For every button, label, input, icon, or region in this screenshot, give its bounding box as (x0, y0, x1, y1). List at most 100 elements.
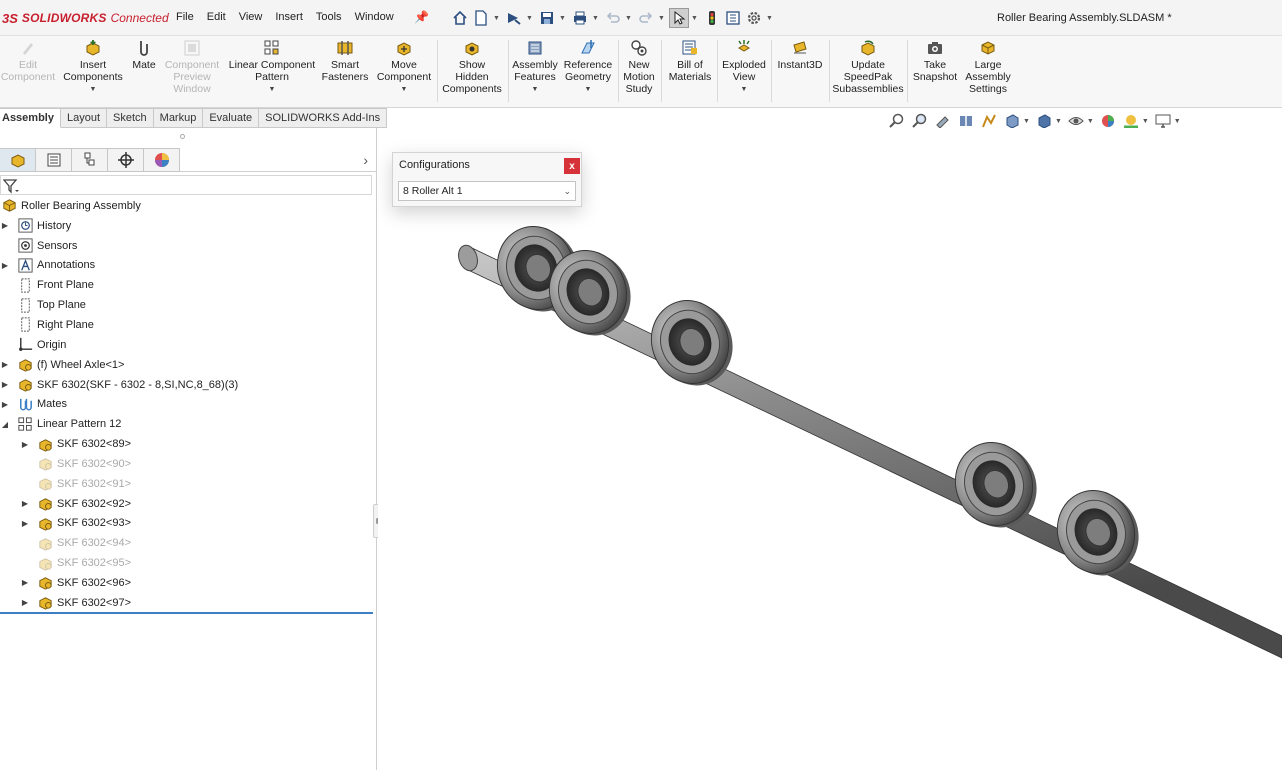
tab-display-manager[interactable] (144, 148, 180, 172)
linear-pattern-dropdown-arrow[interactable]: ▼ (269, 84, 276, 96)
tab-configuration-manager[interactable] (72, 148, 108, 172)
show-hidden-components-button[interactable]: Show Hidden Components (440, 38, 504, 106)
tree-item[interactable]: ▶ SKF 6302<93> (0, 514, 376, 534)
tree-item[interactable]: ▶ Mates (0, 394, 376, 414)
menu-tools[interactable]: Tools (316, 11, 342, 23)
insert-components-button[interactable]: Insert Components ▼ (60, 38, 126, 106)
print-icon[interactable] (570, 8, 590, 28)
apply-scene-dropdown-arrow[interactable]: ▼ (1142, 118, 1149, 125)
new-dropdown-arrow[interactable]: ▼ (492, 15, 501, 22)
tree-item[interactable]: Sensors (0, 236, 376, 256)
tree-item[interactable]: ▶ SKF 6302<97> (0, 593, 376, 613)
insert-components-dropdown-arrow[interactable]: ▼ (90, 84, 97, 96)
view-orientation-dropdown-arrow[interactable]: ▼ (1023, 118, 1030, 125)
display-style-dropdown-arrow[interactable]: ▼ (1055, 118, 1062, 125)
collapse-arrow-icon[interactable]: ◢ (0, 420, 10, 429)
tree-item[interactable]: SKF 6302<90> (0, 454, 376, 474)
configuration-select[interactable]: 8 Roller Alt 1 ⌄ (398, 181, 576, 201)
assembly-features-button[interactable]: Assembly Features ▼ (510, 38, 560, 106)
mate-button[interactable]: Mate (128, 38, 160, 106)
bill-of-materials-button[interactable]: Bill of Materials (664, 38, 716, 106)
undo-icon[interactable] (603, 8, 623, 28)
tab-markup[interactable]: Markup (153, 108, 204, 128)
rollback-bar[interactable] (0, 612, 373, 614)
update-speedpak-button[interactable]: Update SpeedPak Subassemblies (832, 38, 904, 106)
edit-component-button[interactable]: Edit Component (0, 38, 56, 106)
expand-arrow-icon[interactable]: ▶ (20, 519, 30, 528)
home-icon[interactable] (450, 8, 470, 28)
open-icon[interactable] (504, 8, 524, 28)
options-dropdown-arrow[interactable]: ▼ (765, 15, 774, 22)
close-configurations-button[interactable]: x (564, 158, 580, 174)
tree-item[interactable]: ▶ SKF 6302<92> (0, 494, 376, 514)
save-dropdown-arrow[interactable]: ▼ (558, 15, 567, 22)
options-icon[interactable] (744, 8, 764, 28)
solidworks-logo[interactable]: 3S SOLIDWORKS Connected (2, 8, 169, 28)
select-dropdown-arrow[interactable]: ▼ (690, 15, 699, 22)
exploded-view-dropdown-arrow[interactable]: ▼ (741, 84, 748, 96)
expand-arrow-icon[interactable]: ▶ (0, 380, 10, 389)
expand-arrow-icon[interactable]: ▶ (0, 360, 10, 369)
save-icon[interactable] (537, 8, 557, 28)
open-dropdown-arrow[interactable]: ▼ (525, 15, 534, 22)
move-component-dropdown-arrow[interactable]: ▼ (401, 84, 408, 96)
move-component-button[interactable]: Move Component ▼ (374, 38, 434, 106)
chevron-right-icon[interactable]: › (363, 152, 368, 168)
menu-edit[interactable]: Edit (207, 11, 226, 23)
tree-item[interactable]: Right Plane (0, 315, 376, 335)
tab-feature-manager[interactable] (0, 148, 36, 172)
hide-show-dropdown-arrow[interactable]: ▼ (1087, 118, 1094, 125)
tree-item[interactable]: ▶ Annotations (0, 256, 376, 276)
expand-arrow-icon[interactable]: ▶ (0, 261, 10, 270)
expand-arrow-icon[interactable]: ▶ (20, 440, 30, 449)
tree-item[interactable]: ▶ SKF 6302<96> (0, 573, 376, 593)
smart-fasteners-button[interactable]: Smart Fasteners (320, 38, 370, 106)
expand-arrow-icon[interactable]: ▶ (20, 578, 30, 587)
large-assembly-settings-button[interactable]: Large Assembly Settings (962, 38, 1014, 106)
menu-insert[interactable]: Insert (275, 11, 303, 23)
menu-view[interactable]: View (239, 11, 263, 23)
tab-layout[interactable]: Layout (60, 108, 108, 128)
reference-geometry-dropdown-arrow[interactable]: ▼ (585, 84, 592, 96)
tree-item[interactable]: ▶ SKF 6302(SKF - 6302 - 8,SI,NC,8_68)(3) (0, 375, 376, 395)
tree-item[interactable]: ▶ (f) Wheel Axle<1> (0, 355, 376, 375)
menu-file[interactable]: File (176, 11, 194, 23)
expand-arrow-icon[interactable]: ▶ (0, 400, 10, 409)
file-properties-icon[interactable] (723, 8, 743, 28)
feature-tree-filter[interactable] (0, 175, 372, 195)
menu-window[interactable]: Window (355, 11, 394, 23)
expand-arrow-icon[interactable]: ▶ (0, 221, 10, 230)
redo-dropdown-arrow[interactable]: ▼ (657, 15, 666, 22)
new-document-icon[interactable] (471, 8, 491, 28)
exploded-view-button[interactable]: Exploded View ▼ (719, 38, 769, 106)
filter-icon[interactable] (3, 178, 19, 194)
tree-item[interactable]: Top Plane (0, 295, 376, 315)
redo-icon[interactable] (636, 8, 656, 28)
tab-evaluate[interactable]: Evaluate (203, 108, 260, 128)
undo-dropdown-arrow[interactable]: ▼ (624, 15, 633, 22)
take-snapshot-button[interactable]: Take Snapshot (910, 38, 960, 106)
tree-item[interactable]: ▶ History (0, 216, 376, 236)
linear-component-pattern-button[interactable]: Linear Component Pattern ▼ (226, 38, 318, 106)
tree-item[interactable]: Front Plane (0, 275, 376, 295)
tab-property-manager[interactable] (36, 148, 72, 172)
tree-item[interactable]: SKF 6302<94> (0, 533, 376, 553)
print-dropdown-arrow[interactable]: ▼ (591, 15, 600, 22)
graphics-area[interactable] (378, 128, 1282, 770)
component-preview-window-button[interactable]: Component Preview Window (162, 38, 222, 106)
tree-item[interactable]: ▶ SKF 6302<89> (0, 434, 376, 454)
tab-sketch[interactable]: Sketch (107, 108, 154, 128)
tab-solidworks-add-ins[interactable]: SOLIDWORKS Add-Ins (259, 108, 388, 128)
view-settings-dropdown-arrow[interactable]: ▼ (1174, 118, 1181, 125)
rebuild-icon[interactable] (702, 8, 722, 28)
new-motion-study-button[interactable]: New Motion Study (620, 38, 658, 106)
tree-root-assembly[interactable]: Roller Bearing Assembly (0, 196, 376, 216)
tree-item[interactable]: ◢ Linear Pattern 12 (0, 414, 376, 434)
tab-assembly[interactable]: Assembly (0, 108, 61, 128)
panel-splitter[interactable] (0, 128, 376, 146)
tree-item[interactable]: SKF 6302<95> (0, 553, 376, 573)
instant3d-button[interactable]: Instant3D (774, 38, 826, 106)
reference-geometry-button[interactable]: Reference Geometry ▼ (562, 38, 614, 106)
expand-arrow-icon[interactable]: ▶ (20, 598, 30, 607)
chevron-down-icon[interactable]: ⌄ (563, 182, 571, 200)
